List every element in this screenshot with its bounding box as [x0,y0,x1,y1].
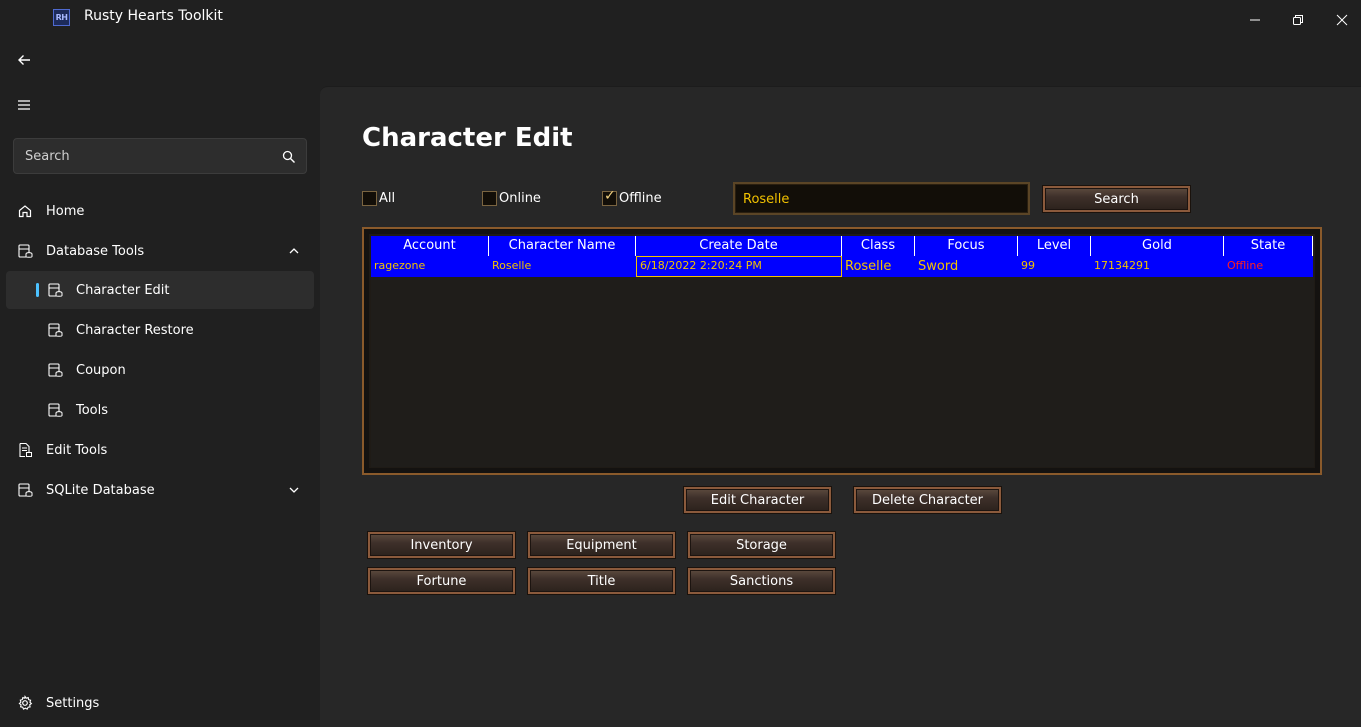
cell-character-name[interactable]: Roselle [489,256,636,277]
database-icon [17,243,33,259]
sidebar-item-home[interactable]: Home [6,192,314,230]
grid-body[interactable]: Account Character Name Create Date Class… [371,236,1314,467]
sidebar-item-label: Settings [46,695,100,711]
close-icon [1336,14,1348,26]
document-icon [17,442,33,458]
filter-offline-checkbox[interactable]: ✓ Offline [602,188,662,206]
minimize-button[interactable] [1233,0,1277,40]
column-header-create-date[interactable]: Create Date [636,236,842,256]
table-row[interactable]: ragezone Roselle 6/18/2022 2:20:24 PM Ro… [371,256,1313,277]
inventory-button[interactable]: Inventory [368,532,515,558]
sidebar-item-settings[interactable]: Settings [6,684,314,722]
gear-icon [17,695,33,711]
menu-toggle-button[interactable] [8,89,40,121]
sidebar-item-label: SQLite Database [46,482,155,498]
search-icon[interactable] [282,150,296,164]
cell-class[interactable]: Roselle [842,256,915,277]
table-icon [47,322,63,338]
sidebar-item-edit-tools[interactable]: Edit Tools [6,431,314,469]
database-icon [17,482,33,498]
cell-create-date[interactable]: 6/18/2022 2:20:24 PM [636,256,842,277]
sidebar-search-input[interactable] [14,139,274,173]
sidebar-item-label: Home [46,203,85,219]
sidebar-item-character-edit[interactable]: Character Edit [6,271,314,309]
fortune-button[interactable]: Fortune [368,568,515,594]
sidebar-item-sqlite-database[interactable]: SQLite Database [6,471,314,509]
cell-level[interactable]: 99 [1018,256,1091,277]
filter-all-checkbox[interactable]: All [362,191,395,206]
column-header-class[interactable]: Class [842,236,915,256]
cell-account[interactable]: ragezone [371,256,489,277]
search-button[interactable]: Search [1043,186,1190,212]
sidebar-item-character-restore[interactable]: Character Restore [6,311,314,349]
table-icon [47,282,63,298]
restore-button[interactable] [1276,0,1320,40]
delete-character-button[interactable]: Delete Character [854,487,1001,513]
checkbox-label: Online [499,191,541,206]
character-grid: Account Character Name Create Date Class… [362,227,1322,475]
sidebar-item-label: Database Tools [46,243,145,259]
column-header-state[interactable]: State [1224,236,1313,256]
cell-focus[interactable]: Sword [915,256,1018,277]
table-icon [47,402,63,418]
column-header-character-name[interactable]: Character Name [489,236,636,256]
edit-character-button[interactable]: Edit Character [684,487,831,513]
sidebar-item-label: Tools [76,402,109,418]
storage-button[interactable]: Storage [688,532,835,558]
column-header-account[interactable]: Account [371,236,489,256]
app-logo-icon: RH [53,9,70,26]
checkmark-icon: ✓ [604,188,616,204]
checkbox-box [362,191,377,206]
column-header-gold[interactable]: Gold [1091,236,1224,256]
minimize-icon [1250,19,1260,21]
sidebar-item-label: Coupon [76,362,126,378]
sidebar-item-database-tools[interactable]: Database Tools [6,232,314,270]
sidebar-item-label: Character Edit [76,282,170,298]
sidebar-item-label: Edit Tools [46,442,108,458]
sidebar-item-tools[interactable]: Tools [6,391,314,429]
close-button[interactable] [1320,0,1361,40]
back-button[interactable] [8,44,40,76]
sidebar-item-label: Character Restore [76,322,194,338]
chevron-down-icon [289,487,299,493]
home-icon [17,203,33,219]
hamburger-icon [18,100,30,110]
cell-state[interactable]: Offline [1224,256,1313,277]
restore-icon [1293,15,1303,25]
page-title: Character Edit [362,123,573,153]
checkbox-box: ✓ [602,188,617,206]
sidebar-item-coupon[interactable]: Coupon [6,351,314,389]
cell-gold[interactable]: 17134291 [1091,256,1224,277]
title-bar: RH Rusty Hearts Toolkit [0,0,1361,40]
character-search-input[interactable] [735,184,1028,213]
column-header-level[interactable]: Level [1018,236,1091,256]
column-header-focus[interactable]: Focus [915,236,1018,256]
grid-header-row: Account Character Name Create Date Class… [371,236,1313,256]
checkbox-box [482,191,497,206]
checkbox-label: All [379,191,396,206]
content-panel: Character Edit All Online ✓ Offline Sear… [320,86,1361,727]
sidebar-search-box [13,138,307,174]
checkbox-label: Offline [619,191,662,206]
equipment-button[interactable]: Equipment [528,532,675,558]
back-arrow-icon [18,55,30,65]
filter-online-checkbox[interactable]: Online [482,191,541,206]
table-icon [47,362,63,378]
character-search-field [733,182,1030,215]
app-title: Rusty Hearts Toolkit [84,8,223,24]
selection-indicator [36,283,39,297]
sanctions-button[interactable]: Sanctions [688,568,835,594]
chevron-up-icon [289,248,299,254]
title-button[interactable]: Title [528,568,675,594]
